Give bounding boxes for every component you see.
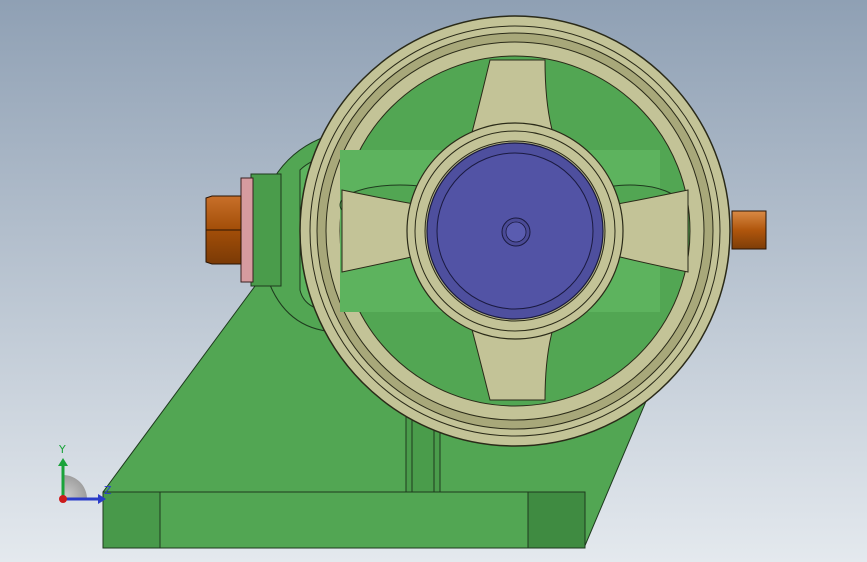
y-axis-label: Y: [59, 443, 66, 456]
base-plate-right-end: [527, 491, 586, 549]
left-collar: [250, 173, 282, 287]
y-axis-arrowhead: [58, 458, 68, 466]
washer: [240, 177, 254, 283]
triad-quadrant: [63, 475, 87, 499]
base-plate: [102, 491, 586, 549]
triad-origin: [59, 495, 67, 503]
graphics-viewport[interactable]: Y Z: [0, 0, 867, 562]
view-orientation-triad[interactable]: Y Z: [48, 440, 118, 510]
hub-cap: [426, 142, 604, 320]
shaft-end: [731, 210, 767, 250]
z-axis-label: Z: [104, 484, 112, 497]
model-view[interactable]: [0, 0, 867, 562]
shaft-nut: [205, 195, 242, 265]
